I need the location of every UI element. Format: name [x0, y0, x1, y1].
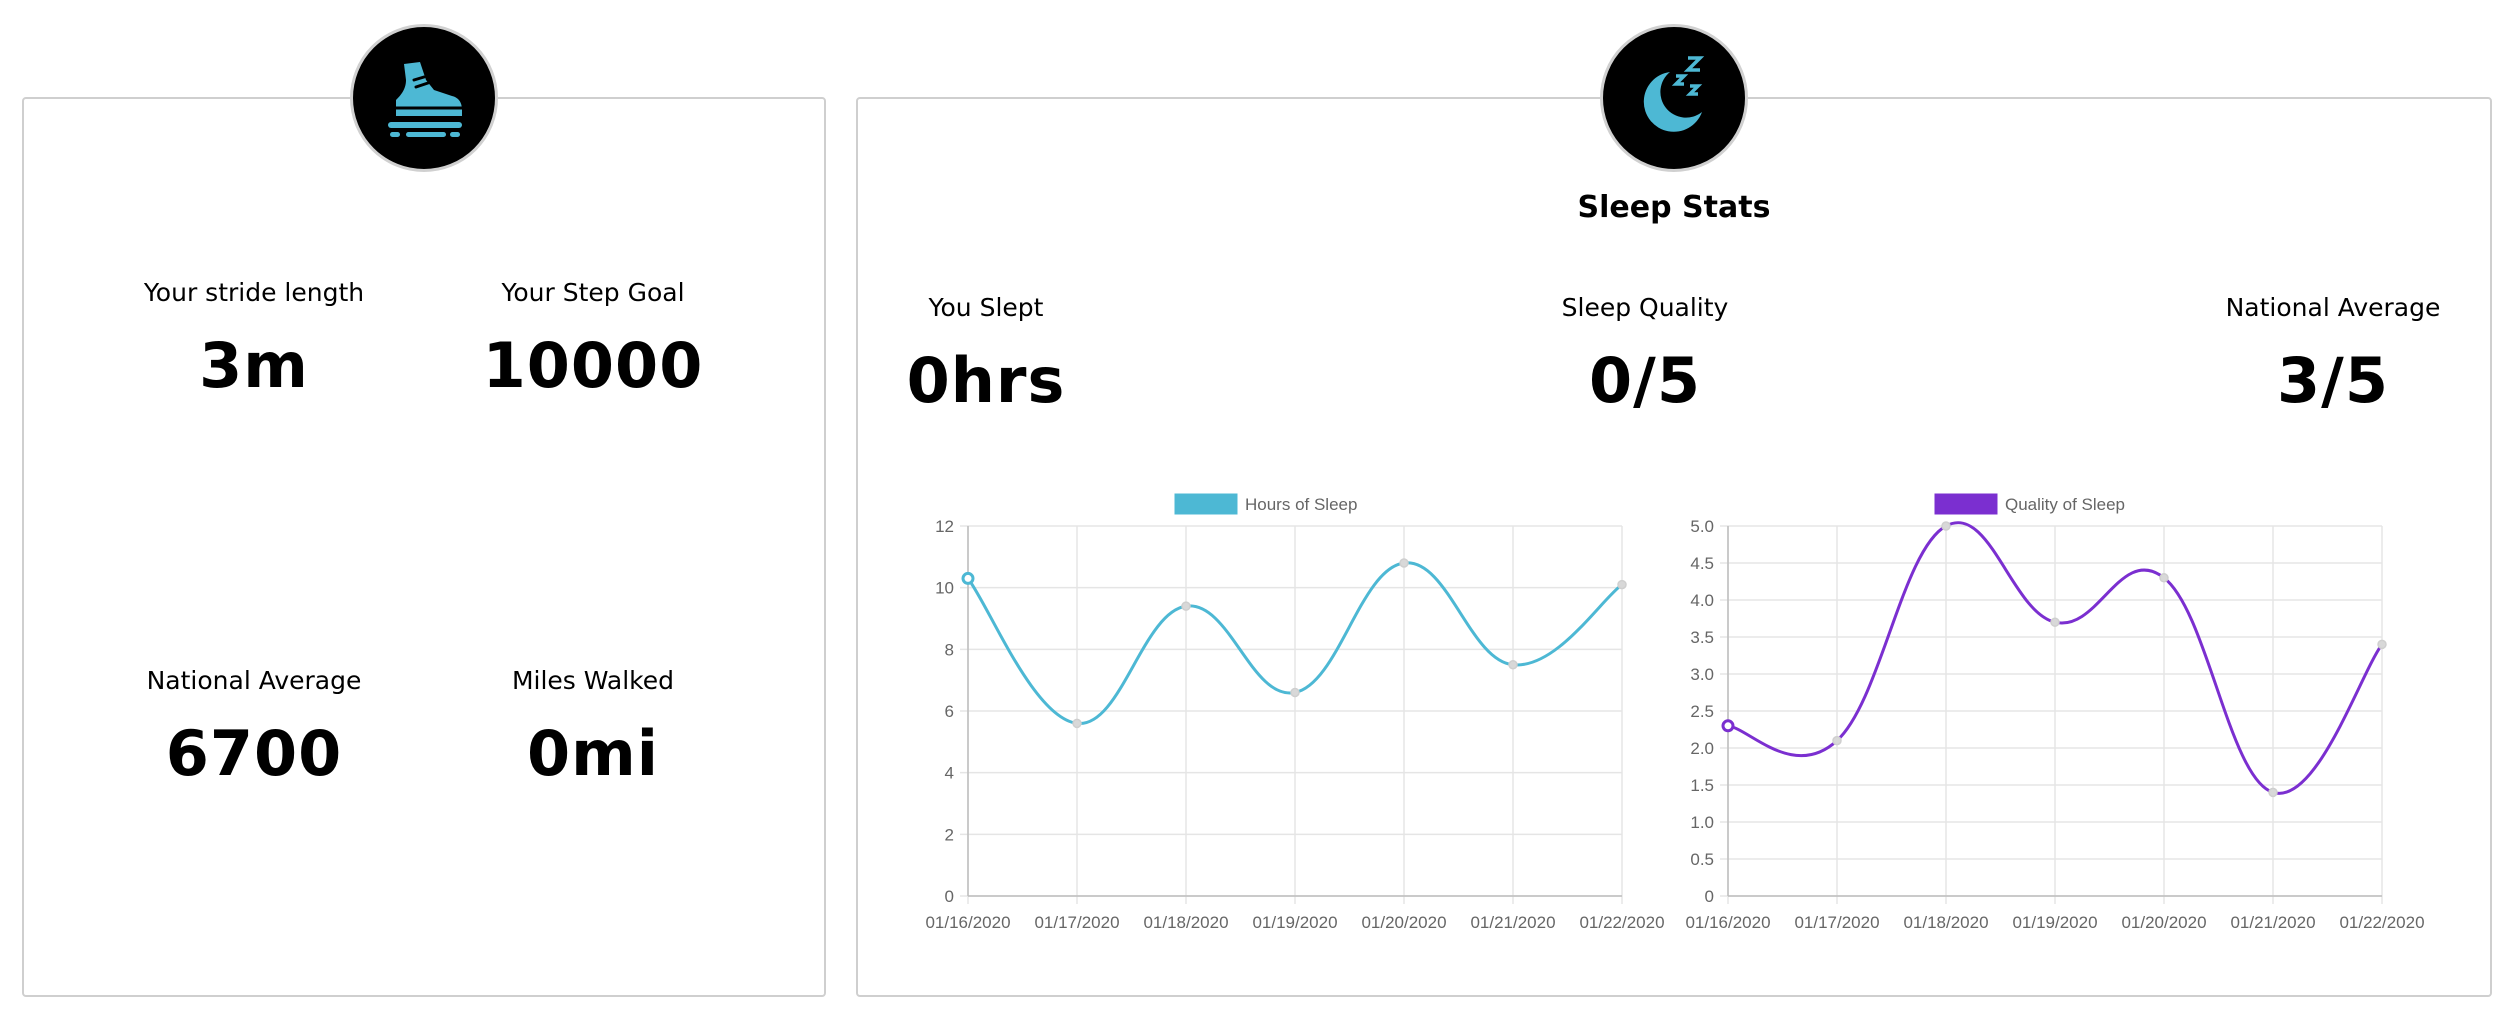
national-average-sleep-value: 3/5 [2277, 344, 2389, 417]
legend-label: Hours of Sleep [1245, 495, 1357, 514]
national-average-sleep-label: National Average [2225, 293, 2441, 322]
quality-of-sleep-chart: Quality of Sleep 0 0.5 1.0 1.5 2.0 2.5 3.0 3.5 4.… [1685, 493, 2425, 932]
step-stats-card [22, 97, 826, 997]
data-point[interactable] [1721, 719, 1735, 733]
y-tick-label: 0 [945, 887, 954, 906]
national-average-steps-stat: National Average 6700 [104, 666, 404, 790]
sleep-badge [1600, 24, 1748, 172]
moon-sleep-icon [1643, 56, 1705, 132]
data-point[interactable] [1941, 521, 1951, 531]
miles-walked-value: 0mi [527, 717, 659, 790]
x-tick-label: 01/21/2020 [1470, 913, 1555, 932]
y-tick-label: 0 [1705, 887, 1714, 906]
data-point[interactable] [1832, 735, 1842, 746]
y-tick-label: 1.5 [1690, 776, 1714, 795]
y-tick-label: 3.5 [1690, 628, 1714, 647]
y-tick-label: 1.0 [1690, 813, 1714, 832]
x-tick-label: 01/18/2020 [1903, 913, 1988, 932]
stride-label: Your stride length [143, 278, 365, 307]
hours-of-sleep-chart: Hours of Sleep 0 2 4 6 8 10 12 01/16/2020 01/17/2… [925, 493, 1665, 932]
data-point[interactable] [2159, 573, 2169, 583]
data-point[interactable] [1508, 660, 1518, 670]
you-slept-value: 0hrs [906, 344, 1066, 417]
x-tick-label: 01/21/2020 [2230, 913, 2315, 932]
y-tick-label: 2 [945, 825, 954, 844]
sleep-stats-title: Sleep Stats [1577, 190, 1771, 225]
x-tick-label: 01/22/2020 [2339, 913, 2424, 932]
x-tick-label: 01/17/2020 [1794, 913, 1879, 932]
data-point[interactable] [2050, 617, 2060, 627]
national-average-sleep-stat: National Average 3/5 [2183, 293, 2483, 417]
you-slept-label: You Slept [928, 293, 1044, 322]
y-tick-label: 12 [935, 517, 954, 536]
x-tick-label: 01/16/2020 [1685, 913, 1770, 932]
y-tick-label: 8 [945, 640, 954, 659]
step-goal-stat: Your Step Goal 10000 [443, 278, 743, 402]
data-point[interactable] [1181, 601, 1191, 611]
legend-label: Quality of Sleep [2005, 495, 2125, 514]
data-point[interactable] [2268, 787, 2278, 798]
data-point[interactable] [1399, 558, 1409, 568]
sleep-quality-label: Sleep Quality [1561, 293, 1729, 322]
x-tick-label: 01/17/2020 [1034, 913, 1119, 932]
stride-value: 3m [199, 329, 309, 402]
you-slept-stat: You Slept 0hrs [836, 293, 1136, 417]
x-tick-label: 01/20/2020 [2121, 913, 2206, 932]
y-tick-label: 2.5 [1690, 702, 1714, 721]
sleep-quality-value: 0/5 [1589, 344, 1701, 417]
step-goal-label: Your Step Goal [501, 278, 685, 307]
national-average-steps-label: National Average [146, 666, 362, 695]
y-tick-label: 6 [945, 702, 954, 721]
miles-walked-stat: Miles Walked 0mi [443, 666, 743, 790]
y-tick-label: 4.0 [1690, 591, 1714, 610]
sleep-quality-stat: Sleep Quality 0/5 [1495, 293, 1795, 417]
y-tick-label: 4 [945, 764, 954, 783]
stride-stat: Your stride length 3m [104, 278, 404, 402]
x-tick-label: 01/20/2020 [1361, 913, 1446, 932]
y-tick-label: 0.5 [1690, 850, 1714, 869]
data-point[interactable] [1617, 579, 1627, 590]
x-tick-label: 01/18/2020 [1143, 913, 1228, 932]
shoe-icon [388, 62, 464, 137]
data-point[interactable] [1072, 718, 1082, 729]
legend-swatch [1174, 493, 1238, 515]
step-badge [350, 24, 498, 172]
legend-swatch [1934, 493, 1998, 515]
step-goal-value: 10000 [482, 329, 704, 402]
y-tick-label: 4.5 [1690, 554, 1714, 573]
national-average-steps-value: 6700 [165, 717, 343, 790]
x-tick-label: 01/19/2020 [2012, 913, 2097, 932]
data-point[interactable] [961, 571, 975, 585]
y-tick-label: 10 [935, 579, 954, 598]
y-tick-label: 5.0 [1690, 517, 1714, 536]
y-tick-label: 2.0 [1690, 739, 1714, 758]
data-point[interactable] [1290, 687, 1300, 698]
y-tick-label: 3.0 [1690, 665, 1714, 684]
data-point[interactable] [2377, 639, 2387, 650]
x-tick-label: 01/22/2020 [1579, 913, 1664, 932]
miles-walked-label: Miles Walked [511, 666, 675, 695]
x-tick-label: 01/19/2020 [1252, 913, 1337, 932]
x-tick-label: 01/16/2020 [925, 913, 1010, 932]
